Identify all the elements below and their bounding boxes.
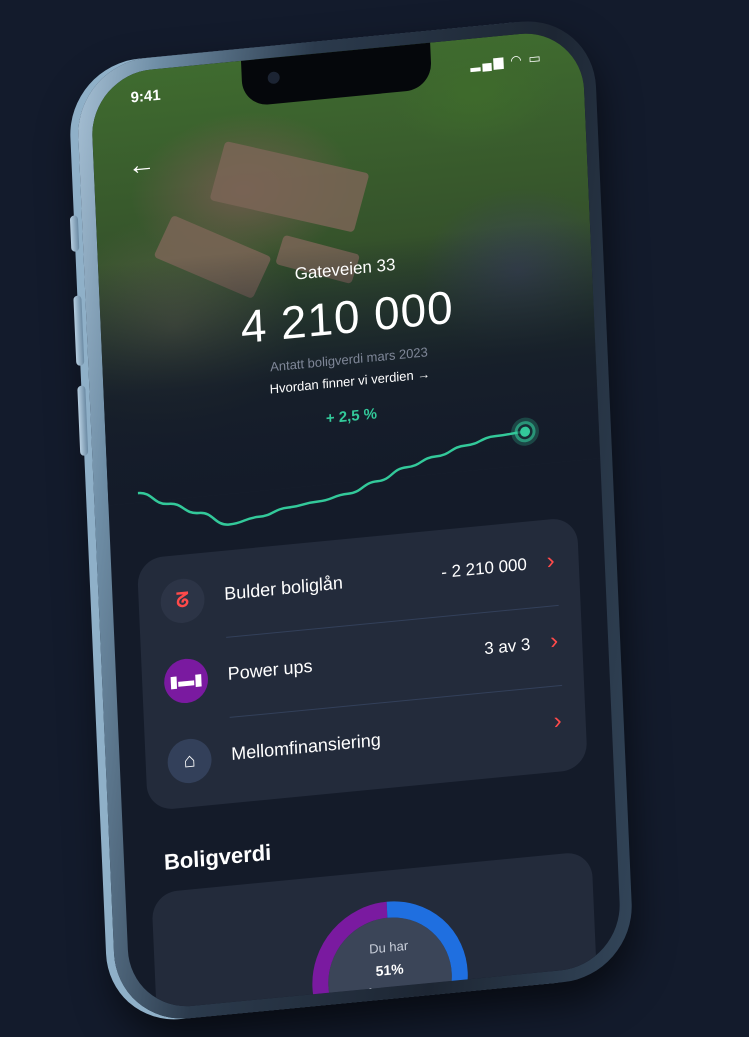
chevron-right-icon: › bbox=[546, 547, 556, 575]
row-label: Power ups bbox=[227, 655, 313, 684]
phone-screen: 9:41 ▂▄▆ ◠ ▭ ← Gateveien 33 4 210 000 An… bbox=[89, 28, 623, 1012]
silent-switch bbox=[69, 215, 80, 252]
row-value: - 2 210 000 bbox=[440, 554, 528, 582]
row-label: Bulder boliglån bbox=[223, 572, 344, 604]
loan-to-value-card: Du har 51% belåningsgrad bbox=[151, 850, 599, 1012]
status-time: 9:41 bbox=[130, 86, 161, 107]
house-icon: ⌂ bbox=[166, 736, 213, 786]
row-value: 3 av 3 bbox=[483, 634, 531, 659]
row-label: Mellomfinansiering bbox=[230, 729, 382, 764]
section-title-boligverdi: Boligverdi bbox=[163, 839, 272, 875]
donut-percent: 51% bbox=[375, 960, 404, 980]
chevron-right-icon: › bbox=[553, 707, 563, 735]
volume-up-button bbox=[73, 295, 85, 366]
chevron-right-icon: › bbox=[549, 627, 559, 655]
phone-mockup: 9:41 ▂▄▆ ◠ ▭ ← Gateveien 33 4 210 000 An… bbox=[69, 14, 635, 1026]
volume-down-button bbox=[77, 385, 89, 457]
bulder-logo-icon: ᘔ bbox=[159, 576, 206, 626]
series-line bbox=[137, 430, 526, 526]
dumbbell-icon: ▮▬▮ bbox=[163, 656, 209, 706]
loan-card: ᘔ Bulder boliglån - 2 210 000 › ▮▬▮ Powe… bbox=[136, 516, 588, 812]
back-arrow-icon[interactable]: ← bbox=[127, 147, 156, 182]
